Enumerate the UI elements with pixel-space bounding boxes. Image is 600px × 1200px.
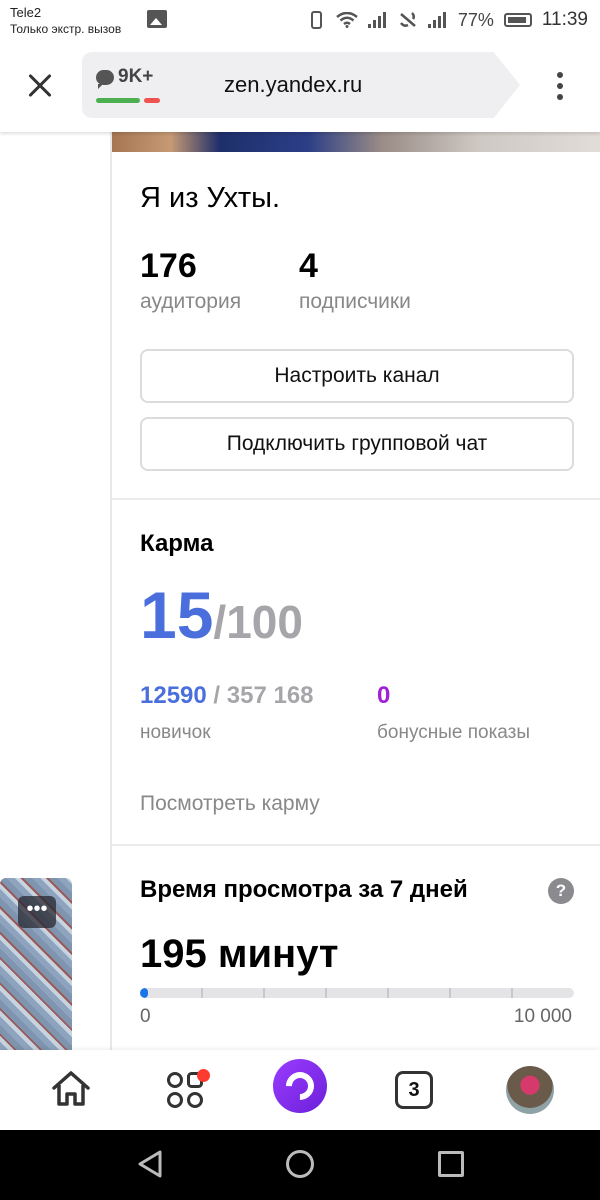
progress-tick (263, 988, 265, 998)
bonus-label: бонусные показы (377, 722, 531, 743)
progress-tick (201, 988, 203, 998)
url-text[interactable]: zen.yandex.ru (224, 72, 362, 98)
rating-strip (96, 98, 160, 103)
setup-channel-button[interactable]: Настроить канал (140, 349, 574, 403)
channel-cover-image (112, 132, 600, 152)
watch-time-progress-fill (140, 988, 149, 998)
karma-rank-value: 12590 (140, 682, 207, 709)
channel-panel: Я из Ухты. 176 аудитория 4 подписчики На… (110, 132, 600, 1050)
back-icon[interactable] (134, 1148, 166, 1180)
signal-2-icon (427, 12, 448, 28)
audience-value: 176 (140, 247, 197, 285)
karma-rank: 12590 / 357 168 новичок (140, 682, 314, 744)
alice-assistant-button[interactable] (273, 1059, 327, 1113)
signal-icon (367, 12, 388, 28)
section-divider (112, 844, 600, 846)
progress-tick (387, 988, 389, 998)
no-call-icon (399, 12, 416, 27)
progress-tick (325, 988, 327, 998)
comment-bubble-icon (96, 69, 114, 89)
profile-avatar[interactable] (506, 1066, 554, 1114)
carrier-note: Только экстр. вызов (10, 22, 122, 36)
subscribers-stat: 4 подписчики (299, 246, 411, 314)
status-icons: 77% 11:39 (307, 8, 588, 32)
comments-count: 9K+ (118, 66, 154, 87)
audience-stat: 176 аудитория (140, 246, 241, 314)
clock: 11:39 (541, 9, 588, 30)
watch-time-value: 195 минут (140, 932, 339, 976)
carrier-name: Tele2 (10, 5, 42, 20)
more-menu-icon[interactable] (548, 66, 572, 106)
rating-strip-negative (144, 98, 160, 103)
system-navigation-bar (0, 1130, 600, 1200)
progress-tick (449, 988, 451, 998)
rating-strip-positive (96, 98, 140, 103)
channel-title: Я из Ухты. (140, 182, 281, 214)
carrier-info: Tele2 Только экстр. вызов (10, 5, 121, 37)
wifi-icon (336, 12, 358, 28)
help-icon[interactable]: ? (548, 878, 574, 904)
bonus-impressions: 0 бонусные показы (377, 682, 530, 744)
group-chat-button[interactable]: Подключить групповой чат (140, 417, 574, 471)
tabs-counter-button[interactable]: 3 (395, 1071, 433, 1109)
subscribers-value: 4 (299, 247, 318, 285)
karma-rank-total: / 357 168 (206, 682, 314, 709)
section-divider (112, 498, 600, 500)
status-bar: Tele2 Только экстр. вызов 77% 11:39 (0, 0, 600, 44)
view-karma-link[interactable]: Посмотреть карму (140, 792, 320, 816)
audience-label: аудитория (140, 290, 242, 313)
scale-max: 10 000 (513, 1006, 572, 1027)
browser-toolbar: 9K+ zen.yandex.ru (0, 44, 600, 132)
home-icon[interactable] (50, 1068, 92, 1110)
karma-score: 15/100 (140, 577, 303, 653)
progress-tick (511, 988, 513, 998)
karma-max: /100 (213, 596, 303, 648)
watch-time-progress (140, 988, 574, 998)
gallery-notification-icon (147, 10, 167, 28)
close-icon[interactable] (22, 64, 58, 106)
home-circle-icon[interactable] (286, 1150, 314, 1178)
comments-counter[interactable]: 9K+ (96, 66, 154, 89)
bonus-value: 0 (377, 682, 391, 709)
watch-time-title: Время просмотра за 7 дней (140, 876, 468, 903)
battery-percent: 77% (457, 9, 494, 30)
karma-title: Карма (140, 530, 214, 557)
scale-min: 0 (140, 1006, 151, 1027)
karma-value: 15 (140, 578, 214, 652)
notification-dot (197, 1069, 210, 1082)
recent-apps-icon[interactable] (438, 1151, 464, 1177)
card-more-button[interactable]: ••• (18, 896, 56, 928)
vibrate-icon (310, 11, 322, 29)
subscribers-label: подписчики (299, 290, 411, 313)
karma-rank-label: новичок (140, 722, 211, 743)
battery-icon (503, 13, 532, 27)
